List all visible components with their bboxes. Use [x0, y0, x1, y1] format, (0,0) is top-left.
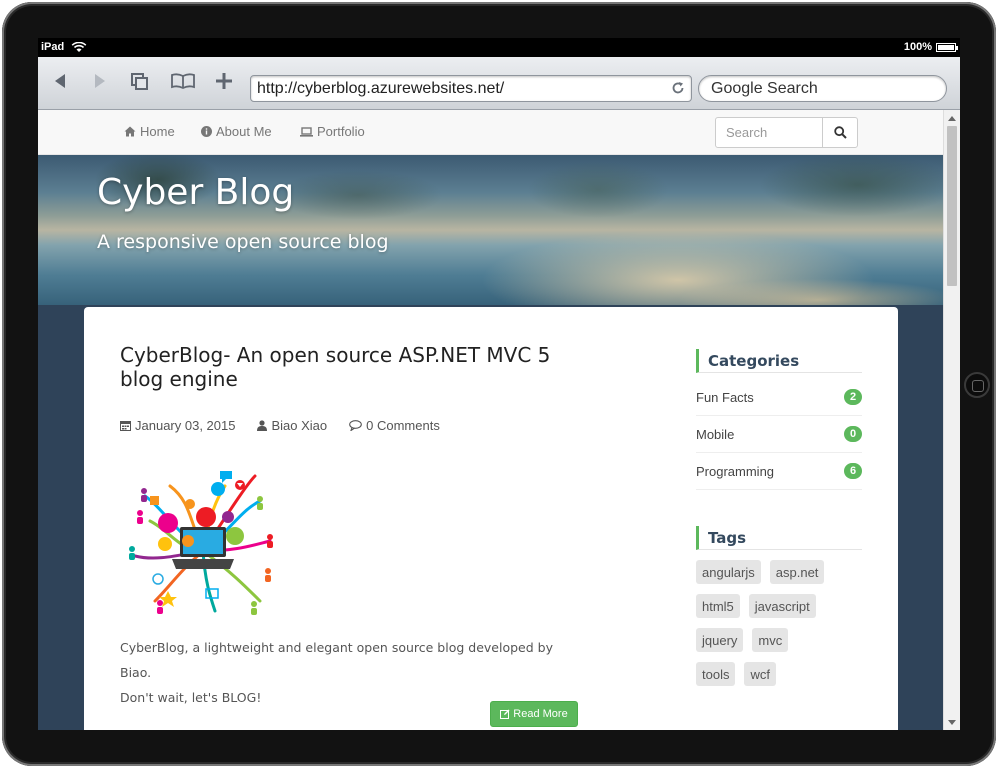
- post-excerpt: CyberBlog, a lightweight and elegant ope…: [120, 635, 580, 710]
- google-search-placeholder: Google Search: [711, 80, 818, 97]
- tag-wcf[interactable]: wcf: [744, 662, 776, 686]
- category-fun-facts[interactable]: Fun Facts 2: [696, 379, 862, 416]
- forward-icon[interactable]: [88, 69, 112, 93]
- post-date: January 03, 2015: [120, 418, 235, 433]
- battery-percent: 100%: [903, 41, 932, 53]
- google-search-field[interactable]: Google Search: [698, 75, 947, 102]
- reload-icon[interactable]: [671, 81, 685, 95]
- tag-mvc[interactable]: mvc: [752, 628, 789, 652]
- content-card: CyberBlog- An open source ASP.NET MVC 5 …: [84, 307, 898, 730]
- edit-icon: [500, 709, 510, 719]
- screen: iPad 100% http://cyberblog.azurewebsites…: [38, 38, 960, 730]
- tags-widget: Tags angularjs asp.net html5 javascript …: [696, 526, 862, 686]
- post-thumbnail-image[interactable]: [120, 461, 286, 623]
- post-excerpt-line-1: CyberBlog, a lightweight and elegant ope…: [120, 640, 553, 680]
- site-search-button[interactable]: [822, 117, 858, 148]
- post-comments[interactable]: 0 Comments: [349, 418, 440, 433]
- nav-portfolio-label: Portfolio: [317, 124, 365, 139]
- nav-home[interactable]: Home: [124, 124, 175, 139]
- tag-jquery[interactable]: jquery: [696, 628, 744, 652]
- tag-cloud: angularjs asp.net html5 javascript jquer…: [696, 560, 862, 686]
- post-comments-text: 0 Comments: [366, 418, 440, 433]
- category-name: Mobile: [696, 426, 735, 442]
- tag-tools[interactable]: tools: [696, 662, 736, 686]
- read-more-label: Read More: [513, 708, 568, 720]
- add-icon[interactable]: [212, 69, 236, 93]
- category-count-badge: 2: [844, 389, 862, 405]
- category-name: Fun Facts: [696, 389, 754, 405]
- category-mobile[interactable]: Mobile 0: [696, 416, 862, 453]
- nav-portfolio[interactable]: Portfolio: [300, 124, 365, 139]
- bookmarks-icon[interactable]: [171, 69, 195, 93]
- back-icon[interactable]: [48, 69, 72, 93]
- categories-list: Fun Facts 2 Mobile 0 Programming 6: [696, 379, 862, 490]
- scroll-up-arrow-icon[interactable]: [944, 112, 960, 124]
- status-bar: iPad 100%: [38, 38, 960, 57]
- read-more-button[interactable]: Read More: [490, 701, 578, 727]
- home-icon: [124, 126, 136, 137]
- device-label: iPad: [41, 41, 65, 53]
- wifi-icon: [71, 41, 87, 52]
- categories-title: Categories: [696, 349, 862, 373]
- site-navbar: Home About Me Portfolio Search: [38, 110, 943, 155]
- tag-html5[interactable]: html5: [696, 594, 740, 618]
- user-icon: [257, 420, 268, 431]
- webpage: Home About Me Portfolio Search Cyber Blo…: [38, 110, 943, 730]
- tag-aspnet[interactable]: asp.net: [769, 560, 825, 584]
- sidebar: Categories Fun Facts 2 Mobile 0 Programm…: [696, 349, 862, 686]
- scroll-down-arrow-icon[interactable]: [944, 716, 960, 728]
- site-search-input[interactable]: Search: [715, 117, 823, 148]
- tabs-icon[interactable]: [128, 69, 152, 93]
- post-author: Biao Xiao: [257, 418, 327, 433]
- tags-title: Tags: [696, 526, 862, 550]
- site-subtitle: A responsive open source blog: [97, 231, 389, 253]
- home-button[interactable]: [964, 372, 990, 398]
- post-title[interactable]: CyberBlog- An open source ASP.NET MVC 5 …: [120, 343, 580, 391]
- category-count-badge: 6: [844, 463, 862, 479]
- nav-about-label: About Me: [216, 124, 272, 139]
- post-author-text[interactable]: Biao Xiao: [271, 418, 327, 433]
- url-bar[interactable]: http://cyberblog.azurewebsites.net/: [250, 75, 692, 102]
- url-text: http://cyberblog.azurewebsites.net/: [257, 80, 505, 97]
- search-icon: [833, 126, 847, 139]
- nav-about[interactable]: About Me: [201, 124, 272, 139]
- battery-icon: [936, 42, 958, 52]
- page-scrollbar[interactable]: [943, 110, 960, 730]
- nav-home-label: Home: [140, 124, 175, 139]
- info-icon: [201, 126, 212, 137]
- comment-icon: [349, 420, 362, 431]
- site-search-placeholder: Search: [726, 125, 768, 140]
- hero-banner: Cyber Blog A responsive open source blog: [38, 155, 943, 305]
- calendar-icon: [120, 421, 131, 431]
- laptop-icon: [300, 126, 313, 137]
- browser-toolbar: http://cyberblog.azurewebsites.net/ Goog…: [38, 57, 960, 110]
- tag-javascript[interactable]: javascript: [748, 594, 816, 618]
- category-name: Programming: [696, 463, 775, 479]
- category-count-badge: 0: [844, 426, 862, 442]
- scrollbar-thumb[interactable]: [947, 126, 957, 286]
- site-title: Cyber Blog: [97, 172, 295, 213]
- tag-angularjs[interactable]: angularjs: [696, 560, 761, 584]
- post-date-text: January 03, 2015: [135, 418, 236, 433]
- post-meta: January 03, 2015 Biao Xiao 0 Comments: [120, 418, 440, 433]
- category-programming[interactable]: Programming 6: [696, 453, 862, 490]
